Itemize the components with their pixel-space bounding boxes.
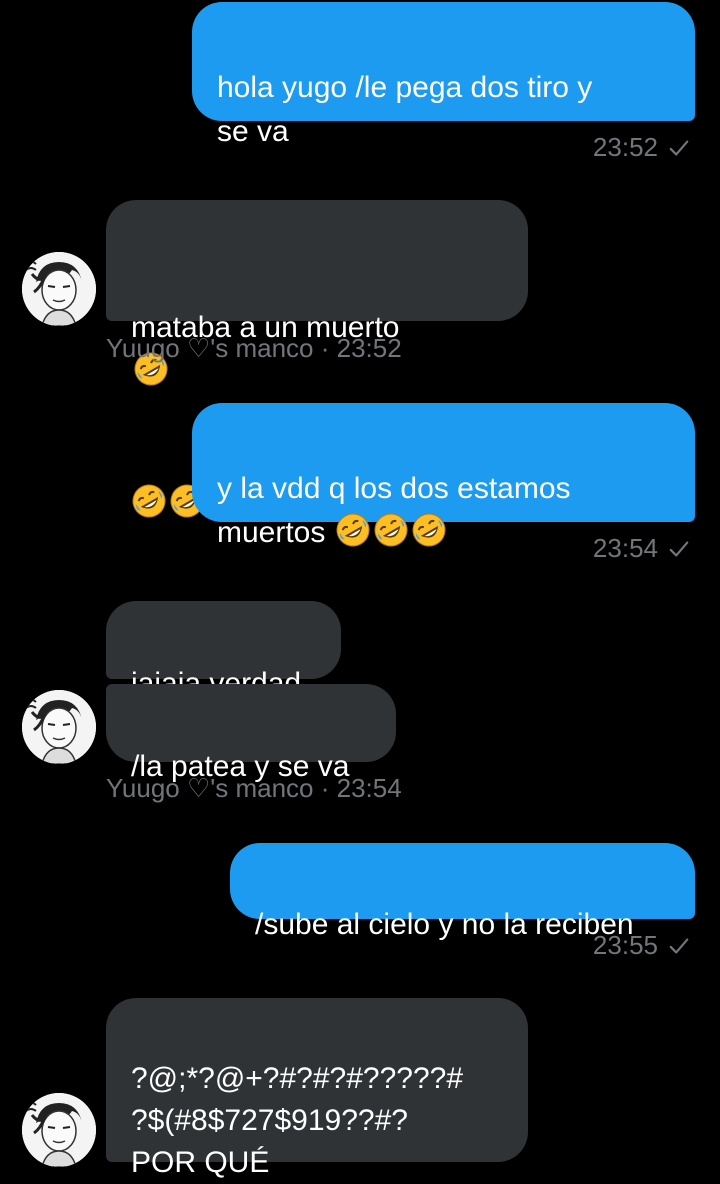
message-time: 23:54 — [592, 533, 658, 563]
message-time: 23:52 — [592, 132, 658, 162]
rolling-on-floor-laughing-emoji-icon — [132, 484, 166, 518]
sender-line[interactable]: Yuugo ♡'s manco · 23:54 — [106, 773, 402, 804]
rolling-on-floor-laughing-emoji-icon — [336, 513, 370, 547]
message-bubble-outgoing[interactable]: hola yugo /le pega dos tiro y se va — [192, 2, 695, 148]
message-bubble-incoming[interactable]: jajaja verdad — [106, 601, 341, 700]
sent-check-icon — [669, 540, 689, 557]
message-bubble-incoming[interactable]: mataba a un muerto — [106, 200, 528, 518]
sender-avatar[interactable] — [22, 690, 96, 764]
anime-avatar-icon — [22, 1093, 96, 1167]
rolling-on-floor-laughing-emoji-icon — [412, 513, 446, 547]
message-text: hola yugo /le pega dos tiro y se va — [217, 71, 593, 148]
message-time: 23:55 — [592, 930, 658, 960]
sent-check-icon — [669, 139, 689, 156]
message-text: /sube al cielo y no la reciben — [255, 908, 634, 941]
sender-avatar[interactable] — [22, 1093, 96, 1167]
sender-avatar[interactable] — [22, 252, 96, 326]
message-text: ?@;*?@+?#?#?#?????# ?$(#8$727$919??#? PO… — [131, 1062, 464, 1179]
anime-avatar-icon — [22, 690, 96, 764]
message-bubble-outgoing[interactable]: y la vdd q los dos estamos muertos — [192, 403, 695, 549]
message-line: mataba a un muerto — [131, 262, 503, 394]
sender-line[interactable]: Yuugo ♡'s manco · 23:52 — [106, 333, 402, 364]
message-bubble-incoming[interactable]: ?@;*?@+?#?#?#?????# ?$(#8$727$919??#? PO… — [106, 998, 528, 1179]
message-bubble-incoming[interactable]: /la patea y se va — [106, 684, 396, 783]
message-bubble-outgoing[interactable]: /sube al cielo y no la reciben — [230, 843, 695, 941]
message-meta: 23:54 — [593, 533, 690, 564]
message-meta: 23:52 — [593, 132, 690, 163]
message-meta: 23:55 — [593, 930, 690, 961]
anime-avatar-icon — [22, 252, 96, 326]
sent-check-icon — [669, 937, 689, 954]
rolling-on-floor-laughing-emoji-icon — [374, 513, 408, 547]
